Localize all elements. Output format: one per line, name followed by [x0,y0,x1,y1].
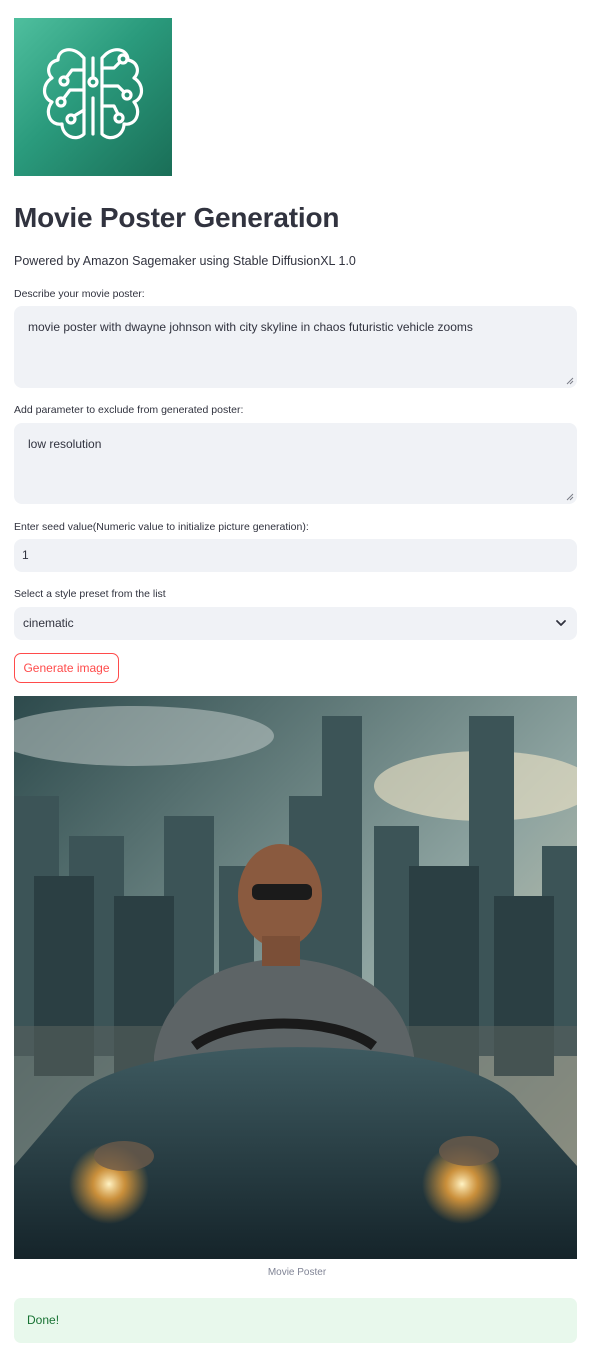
page-title: Movie Poster Generation [14,202,340,233]
style-selected-value: cinematic [23,616,74,630]
negative-prompt-value: low resolution [28,437,102,451]
seed-input[interactable]: 1 [14,539,577,572]
negative-prompt-label: Add parameter to exclude from generated … [14,404,244,416]
chevron-down-icon [556,620,566,626]
generated-poster-image [14,696,577,1259]
page-subtitle: Powered by Amazon Sagemaker using Stable… [14,254,356,268]
generate-image-button[interactable]: Generate image [14,653,119,683]
prompt-textarea[interactable]: movie poster with dwayne johnson with ci… [14,306,577,388]
seed-label: Enter seed value(Numeric value to initia… [14,521,309,533]
resize-handle-icon[interactable] [566,493,574,501]
resize-handle-icon[interactable] [566,377,574,385]
style-label: Select a style preset from the list [14,588,166,600]
style-select[interactable]: cinematic [14,607,577,640]
prompt-label: Describe your movie poster: [14,288,145,300]
sagemaker-brain-circuit-icon [42,48,144,140]
prompt-value: movie poster with dwayne johnson with ci… [28,320,473,334]
poster-caption: Movie Poster [267,1267,327,1278]
success-alert: Done! [14,1298,577,1343]
poster-illustration [14,696,577,1259]
negative-prompt-textarea[interactable]: low resolution [14,423,577,504]
app-logo [14,18,172,176]
